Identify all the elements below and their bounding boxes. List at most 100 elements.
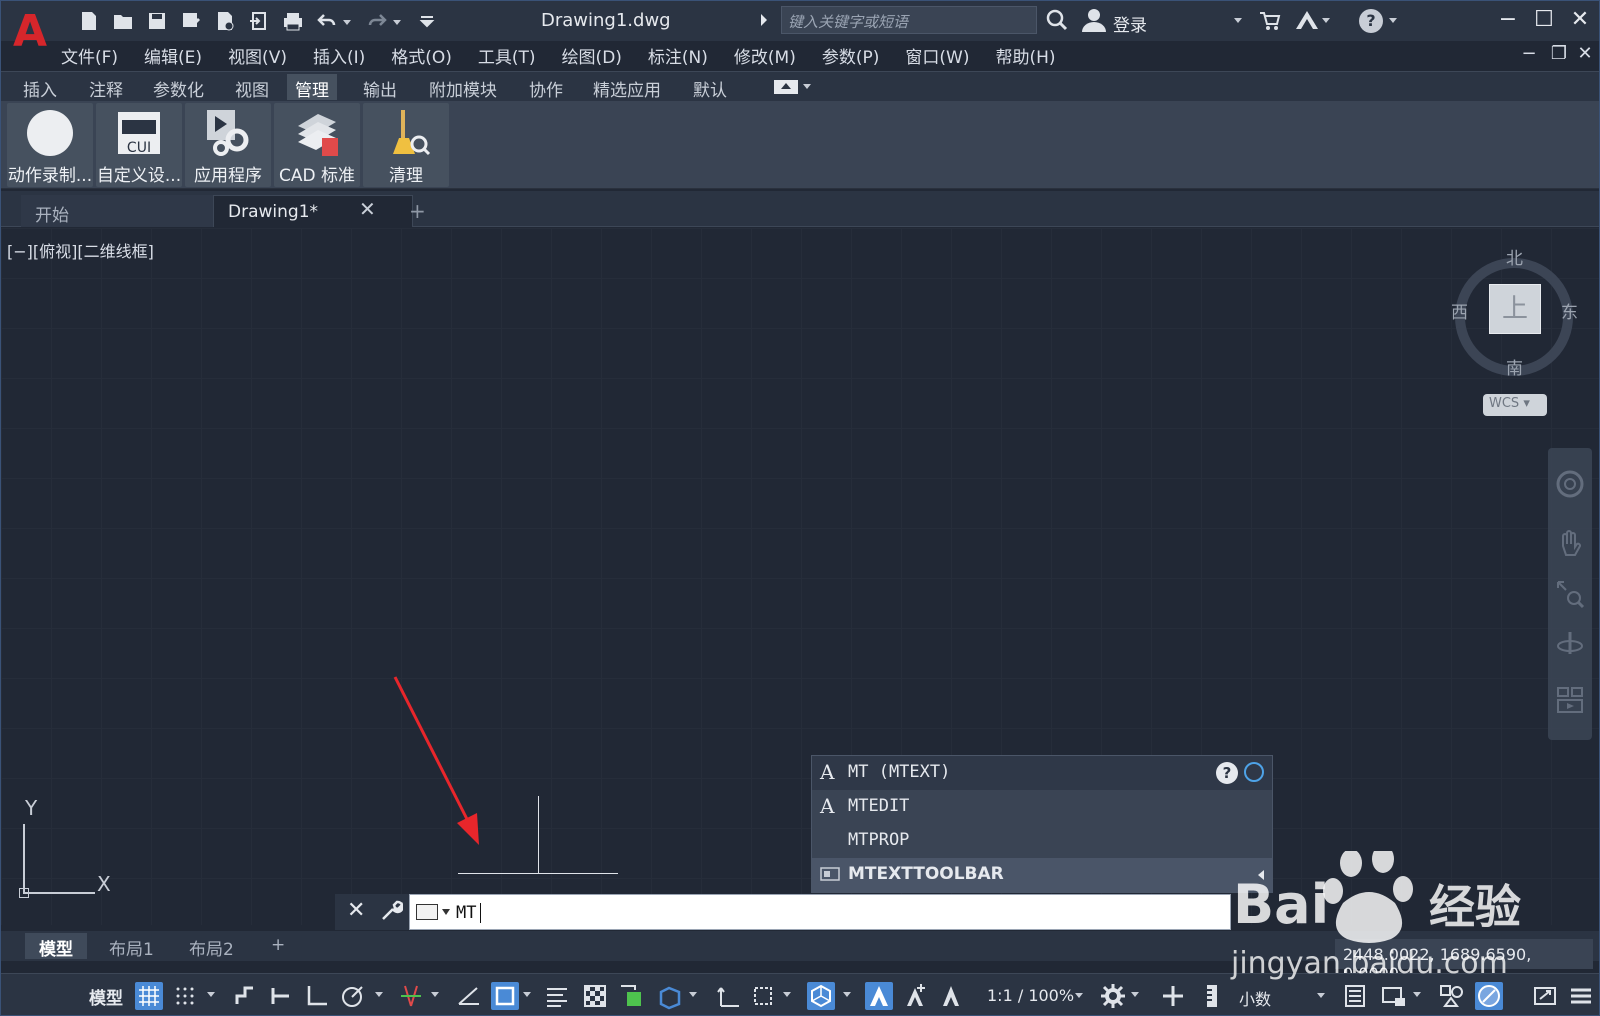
annotation-scale-value[interactable]: 1:1 / 100% <box>987 986 1074 1005</box>
polar-tracking-icon[interactable] <box>339 982 367 1010</box>
tab-view[interactable]: 视图 <box>227 74 277 101</box>
tab-model[interactable]: 模型 <box>25 933 87 960</box>
autocomplete-item-mtexttoolbar[interactable]: MTEXTTOOLBAR <box>812 858 1272 892</box>
title-expand-icon[interactable] <box>761 14 767 26</box>
redo-icon[interactable] <box>363 8 391 34</box>
units-icon[interactable] <box>1199 982 1227 1010</box>
redo-dropdown-icon[interactable] <box>393 19 401 25</box>
menu-window[interactable]: 窗口(W) <box>905 41 969 69</box>
model-space-button[interactable]: 模型 <box>89 984 123 1009</box>
steering-wheel-icon[interactable] <box>1554 468 1586 500</box>
new-tab-plus-icon[interactable]: + <box>409 199 426 223</box>
menu-edit[interactable]: 编辑(E) <box>144 41 202 69</box>
grid-icon[interactable] <box>135 982 163 1010</box>
help-dropdown-icon[interactable] <box>1389 18 1397 23</box>
tab-drawing1[interactable]: Drawing1* <box>213 195 413 227</box>
object-snap-icon[interactable] <box>491 982 519 1010</box>
customization-menu-icon[interactable] <box>1567 982 1595 1010</box>
annotation-monitor-plus-icon[interactable] <box>1159 982 1187 1010</box>
iso-dropdown-icon[interactable] <box>431 992 439 997</box>
tab-parametric[interactable]: 参数化 <box>145 74 212 101</box>
help-icon[interactable]: ? <box>1216 762 1238 784</box>
ortho-mode-icon[interactable] <box>303 982 331 1010</box>
tab-default[interactable]: 默认 <box>685 74 735 101</box>
user-icon[interactable] <box>1081 8 1107 32</box>
compass-south[interactable]: 南 <box>1506 354 1523 379</box>
viewport-controls[interactable]: [−][俯视][二维线框] <box>7 238 154 262</box>
gizmo-icon[interactable] <box>807 982 835 1010</box>
menu-draw[interactable]: 绘图(D) <box>562 41 622 69</box>
lineweight-icon[interactable] <box>543 982 571 1010</box>
isometric-drafting-icon[interactable] <box>397 982 425 1010</box>
tab-close-icon[interactable]: ✕ <box>359 197 376 221</box>
autocomplete-item-mtedit[interactable]: A MTEDIT <box>812 790 1272 824</box>
tab-layout2[interactable]: 布局2 <box>175 933 248 960</box>
tab-insert[interactable]: 插入 <box>15 74 65 101</box>
search-icon[interactable] <box>1046 9 1068 31</box>
menu-help[interactable]: 帮助(H) <box>995 41 1055 69</box>
polar-dropdown-icon[interactable] <box>375 992 383 997</box>
help-icon[interactable]: ? <box>1359 9 1383 33</box>
minimize-icon[interactable]: − <box>1495 7 1521 33</box>
search-input[interactable]: 键入关键字或短语 <box>781 6 1037 34</box>
doc-close-icon[interactable]: ✕ <box>1573 41 1597 67</box>
infer-constraints-icon[interactable] <box>231 982 259 1010</box>
tab-output[interactable]: 输出 <box>355 74 405 101</box>
tab-layout1[interactable]: 布局1 <box>95 933 168 960</box>
web-search-globe-icon[interactable] <box>1244 762 1264 782</box>
recent-commands-dropdown-icon[interactable] <box>442 909 450 915</box>
auto-scale-icon[interactable] <box>901 982 929 1010</box>
transparency-icon[interactable] <box>581 982 609 1010</box>
login-button[interactable]: 登录 <box>1113 11 1147 36</box>
undo-icon[interactable] <box>313 8 341 34</box>
share-icon[interactable] <box>245 8 273 34</box>
snap-dropdown-icon[interactable] <box>207 992 215 997</box>
command-customize-wrench-icon[interactable] <box>379 899 403 923</box>
menu-dimension[interactable]: 标注(N) <box>648 41 708 69</box>
filter-dropdown-icon[interactable] <box>783 992 791 997</box>
menu-tools[interactable]: 工具(T) <box>478 41 536 69</box>
doc-minimize-icon[interactable]: − <box>1517 41 1541 67</box>
close-icon[interactable]: ✕ <box>1567 7 1593 33</box>
menu-file[interactable]: 文件(F) <box>61 41 118 69</box>
3d-osnap-dropdown-icon[interactable] <box>689 992 697 997</box>
tab-start[interactable]: 开始 <box>21 195 213 227</box>
autocomplete-item-mtext[interactable]: A MT (MTEXT) ? <box>812 756 1272 790</box>
open-web-icon[interactable] <box>211 8 239 34</box>
3d-object-snap-icon[interactable] <box>655 982 683 1010</box>
command-line-input[interactable]: MT <box>409 894 1231 930</box>
snap-mode-icon[interactable] <box>171 982 199 1010</box>
maximize-icon[interactable]: ☐ <box>1531 7 1557 33</box>
annotation-visibility-icon[interactable] <box>865 982 893 1010</box>
autodesk-dropdown-icon[interactable] <box>1322 18 1330 23</box>
undo-dropdown-icon[interactable] <box>343 19 351 25</box>
ribbon-options-dropdown-icon[interactable] <box>803 84 811 89</box>
menu-insert[interactable]: 插入(I) <box>313 41 365 69</box>
viewcube-top-face[interactable]: 上 <box>1489 284 1541 334</box>
add-layout-plus-icon[interactable]: + <box>257 933 299 959</box>
cad-standards-button[interactable]: CAD 标准 <box>274 103 360 187</box>
gizmo-dropdown-icon[interactable] <box>843 992 851 997</box>
osnap-dropdown-icon[interactable] <box>523 992 531 997</box>
zoom-extents-icon[interactable] <box>1554 578 1586 610</box>
compass-west[interactable]: 西 <box>1451 298 1468 323</box>
selection-filtering-icon[interactable] <box>749 982 777 1010</box>
menu-format[interactable]: 格式(O) <box>391 41 452 69</box>
doc-restore-icon[interactable]: ❐ <box>1547 41 1571 67</box>
purge-button[interactable]: 清理 <box>363 103 449 187</box>
object-snap-tracking-icon[interactable] <box>455 982 483 1010</box>
customize-ui-button[interactable]: CUI 自定义设... <box>96 103 182 187</box>
print-icon[interactable] <box>279 8 307 34</box>
tab-featured-apps[interactable]: 精选应用 <box>585 74 669 101</box>
tab-manage[interactable]: 管理 <box>287 74 337 101</box>
application-button[interactable]: 应用程序 <box>185 103 271 187</box>
tab-collaborate[interactable]: 协作 <box>521 74 571 101</box>
new-file-icon[interactable] <box>75 8 103 34</box>
scale-dropdown-icon[interactable] <box>1075 993 1083 998</box>
dynamic-ucs-icon[interactable] <box>713 982 741 1010</box>
open-folder-icon[interactable] <box>109 8 137 34</box>
annotation-scale-icon[interactable] <box>937 982 965 1010</box>
wcs-dropdown[interactable]: WCS ▾ <box>1483 394 1547 416</box>
autocomplete-item-mtprop[interactable]: MTPROP <box>812 824 1272 858</box>
cart-icon[interactable] <box>1259 10 1281 32</box>
